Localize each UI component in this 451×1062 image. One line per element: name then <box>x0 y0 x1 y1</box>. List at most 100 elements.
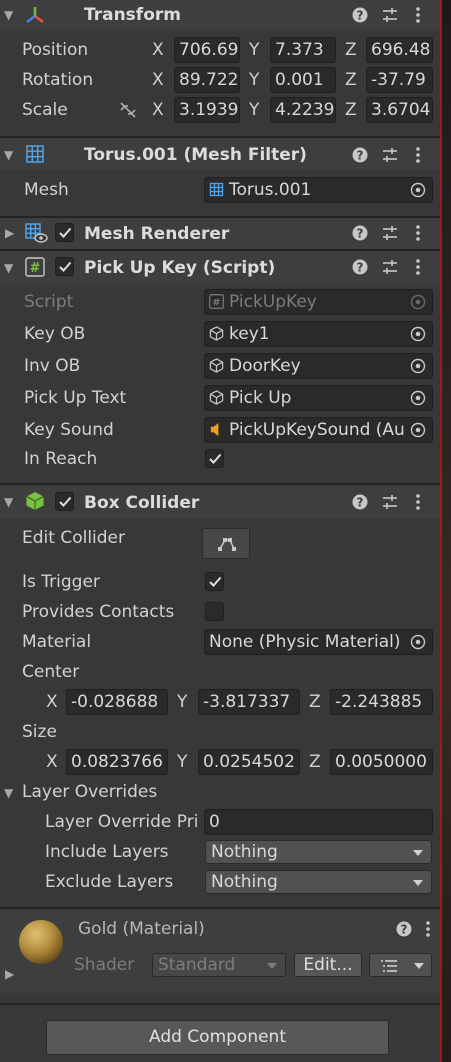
kebab-menu-icon[interactable] <box>414 258 422 276</box>
divider <box>0 136 440 138</box>
pickup-script-title: Pick Up Key (Script) <box>84 258 276 278</box>
size-z-label[interactable]: Z <box>309 752 321 772</box>
position-z-label[interactable]: Z <box>345 40 357 60</box>
exclude-layers-dropdown[interactable]: Nothing <box>205 870 432 894</box>
rotation-z-field[interactable]: -37.79 <box>366 67 433 93</box>
object-picker-icon[interactable] <box>410 390 426 406</box>
presets-icon[interactable] <box>381 6 399 24</box>
position-label: Position <box>22 40 89 60</box>
center-x-field[interactable]: -0.028688 <box>66 689 168 715</box>
kebab-menu-icon[interactable] <box>424 920 432 938</box>
position-y-label[interactable]: Y <box>249 40 259 60</box>
provides-contacts-checkbox[interactable] <box>205 602 224 621</box>
edit-collider-button[interactable] <box>202 528 250 559</box>
key-ob-value: key1 <box>229 324 270 344</box>
presets-icon[interactable] <box>381 258 399 276</box>
inv-ob-value: DoorKey <box>229 356 301 376</box>
provides-contacts-label: Provides Contacts <box>22 602 175 622</box>
object-picker-icon[interactable] <box>410 182 426 198</box>
shader-edit-button[interactable]: Edit... <box>294 953 362 977</box>
mesh-renderer-enabled-checkbox[interactable] <box>55 223 74 242</box>
center-y-label[interactable]: Y <box>177 692 187 712</box>
in-reach-checkbox[interactable] <box>205 449 224 468</box>
kebab-menu-icon[interactable] <box>414 224 422 242</box>
pickup-text-field[interactable]: Pick Up <box>204 385 433 411</box>
position-x-label[interactable]: X <box>152 40 164 60</box>
presets-icon[interactable] <box>381 146 399 164</box>
presets-icon[interactable] <box>381 493 399 511</box>
object-picker-icon[interactable] <box>410 358 426 374</box>
inv-ob-field[interactable]: DoorKey <box>204 353 433 379</box>
center-x-label[interactable]: X <box>46 692 58 712</box>
box-collider-enabled-checkbox[interactable] <box>55 492 74 511</box>
transform-foldout-arrow[interactable]: ▼ <box>4 8 13 22</box>
help-icon[interactable]: ? <box>352 147 368 163</box>
scene-view-border <box>440 0 442 1062</box>
size-x-label[interactable]: X <box>46 752 58 772</box>
rotation-y-label[interactable]: Y <box>249 70 259 90</box>
transform-header[interactable] <box>0 0 440 31</box>
size-y-label[interactable]: Y <box>177 752 187 772</box>
presets-icon[interactable] <box>381 224 399 242</box>
help-icon[interactable]: ? <box>396 921 412 937</box>
scale-x-label[interactable]: X <box>152 100 164 120</box>
pickup-script-enabled-checkbox[interactable] <box>55 257 74 276</box>
rotation-x-field[interactable]: 89.722 <box>174 67 240 93</box>
key-ob-field[interactable]: key1 <box>204 321 433 347</box>
layer-overrides-label[interactable]: Layer Overrides <box>22 782 157 802</box>
center-z-label[interactable]: Z <box>309 692 321 712</box>
help-icon[interactable]: ? <box>352 225 368 241</box>
include-layers-dropdown[interactable]: Nothing <box>205 840 432 864</box>
key-sound-field[interactable]: PickUpKeySound (Au <box>204 417 433 443</box>
position-z-field[interactable]: 696.48 <box>366 37 433 63</box>
layer-override-priority-field[interactable]: 0 <box>204 809 433 835</box>
box-collider-foldout-arrow[interactable]: ▼ <box>4 495 13 509</box>
mesh-filter-foldout-arrow[interactable]: ▼ <box>4 148 13 162</box>
center-y-field[interactable]: -3.817337 <box>198 689 300 715</box>
material-field[interactable]: None (Physic Material) <box>204 629 433 655</box>
add-component-button[interactable]: Add Component <box>46 1020 389 1055</box>
object-picker-icon[interactable] <box>410 422 426 438</box>
kebab-menu-icon[interactable] <box>414 6 422 24</box>
help-icon[interactable]: ? <box>352 7 368 23</box>
mesh-filter-title: Torus.001 (Mesh Filter) <box>84 145 307 165</box>
transform-title: Transform <box>84 5 181 25</box>
position-y-field[interactable]: 7.373 <box>270 37 336 63</box>
script-label: Script <box>24 292 74 312</box>
scale-z-label[interactable]: Z <box>345 100 357 120</box>
kebab-menu-icon[interactable] <box>414 146 422 164</box>
mesh-field[interactable]: Torus.001 <box>204 177 433 203</box>
center-z-field[interactable]: -2.243885 <box>330 689 433 715</box>
mesh-label: Mesh <box>24 180 69 200</box>
size-z-field[interactable]: 0.0050000 <box>330 749 433 775</box>
box-collider-icon <box>26 492 44 510</box>
help-icon[interactable]: ? <box>352 494 368 510</box>
script-value: PickUpKey <box>229 292 317 312</box>
rotation-z-label[interactable]: Z <box>345 70 357 90</box>
layer-override-priority-label: Layer Override Pri <box>45 812 199 832</box>
svg-text:#: # <box>30 261 41 276</box>
scale-x-field[interactable]: 3.1939 <box>174 97 240 123</box>
size-y-field[interactable]: 0.0254502 <box>198 749 300 775</box>
layer-overrides-foldout-arrow[interactable]: ▼ <box>4 786 13 800</box>
kebab-menu-icon[interactable] <box>414 493 422 511</box>
shader-options-dropdown[interactable] <box>369 953 432 977</box>
material-foldout-arrow[interactable]: ▶ <box>5 967 14 981</box>
material-header[interactable] <box>0 909 440 993</box>
constrain-proportions-icon[interactable] <box>118 101 138 119</box>
is-trigger-checkbox[interactable] <box>205 572 224 591</box>
rotation-y-field[interactable]: 0.001 <box>270 67 336 93</box>
add-component-label: Add Component <box>148 1027 286 1047</box>
scale-y-label[interactable]: Y <box>249 100 259 120</box>
help-icon[interactable]: ? <box>352 259 368 275</box>
object-picker-icon[interactable] <box>410 634 426 650</box>
object-picker-icon[interactable] <box>410 326 426 342</box>
size-x-field[interactable]: 0.0823766 <box>66 749 168 775</box>
pickup-text-value: Pick Up <box>229 388 292 408</box>
position-x-field[interactable]: 706.69 <box>174 37 240 63</box>
scale-z-field[interactable]: 3.6704 <box>366 97 433 123</box>
rotation-x-label[interactable]: X <box>152 70 164 90</box>
scale-y-field[interactable]: 4.2239 <box>270 97 336 123</box>
pickup-script-foldout-arrow[interactable]: ▼ <box>4 261 13 275</box>
mesh-renderer-foldout-arrow[interactable]: ▶ <box>5 226 14 240</box>
